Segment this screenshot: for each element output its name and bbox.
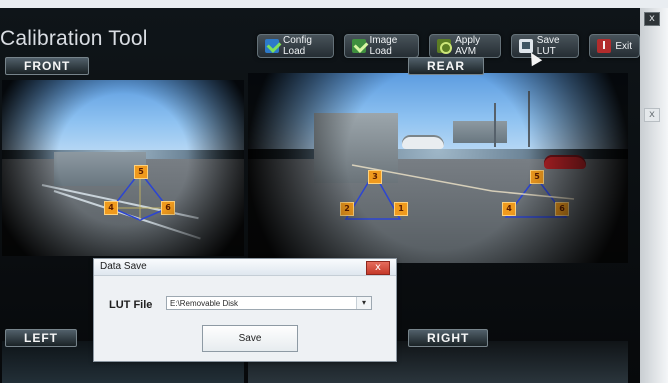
app-close-icon[interactable]: x: [644, 12, 660, 26]
lut-file-value: E:\Removable Disk: [170, 299, 239, 308]
config-load-icon: [265, 39, 279, 53]
apply-avm-button[interactable]: Apply AVM: [429, 34, 501, 58]
data-save-dialog: Data Save x LUT File E:\Removable Disk ▾…: [93, 258, 397, 362]
config-load-button[interactable]: Config Load: [257, 34, 334, 58]
apply-avm-label: Apply AVM: [455, 35, 481, 57]
rear-vignette: [248, 73, 628, 263]
save-lut-label: Save LUT: [536, 35, 560, 57]
left-view-label: LEFT: [5, 329, 77, 347]
app-window: Calibration Tool Config Load Image Load …: [0, 8, 640, 383]
config-load-label: Config Load: [283, 35, 312, 57]
dialog-close-icon[interactable]: x: [366, 261, 390, 275]
save-button[interactable]: Save: [202, 325, 298, 352]
image-load-button[interactable]: Image Load: [343, 34, 420, 58]
save-lut-icon: [518, 39, 533, 53]
apply-avm-icon: [437, 39, 453, 54]
toolbar: Config Load Image Load Apply AVM Save LU…: [257, 34, 640, 58]
image-load-icon: [351, 39, 366, 53]
dropdown-arrow-icon: ▾: [356, 297, 371, 309]
front-camera-view: 5 4 6: [2, 80, 244, 256]
exit-button[interactable]: Exit: [589, 34, 640, 58]
lut-file-label: LUT File: [109, 299, 153, 311]
background-window-edge: x: [640, 8, 668, 383]
exit-icon: [597, 39, 612, 53]
rear-view-label: REAR: [408, 57, 485, 75]
app-title: Calibration Tool: [0, 27, 148, 50]
front-vignette: [2, 80, 244, 256]
rear-camera-view: 3 2 1 5 4 6: [248, 73, 628, 263]
dialog-title: Data Save: [94, 259, 396, 276]
lut-file-dropdown[interactable]: E:\Removable Disk ▾: [166, 296, 372, 310]
exit-label: Exit: [615, 40, 632, 52]
right-view-label: RIGHT: [408, 329, 489, 347]
image-load-label: Image Load: [369, 35, 398, 57]
background-close-icon[interactable]: x: [644, 108, 660, 122]
save-lut-button[interactable]: Save LUT: [510, 34, 580, 58]
front-view-label: FRONT: [5, 57, 90, 75]
